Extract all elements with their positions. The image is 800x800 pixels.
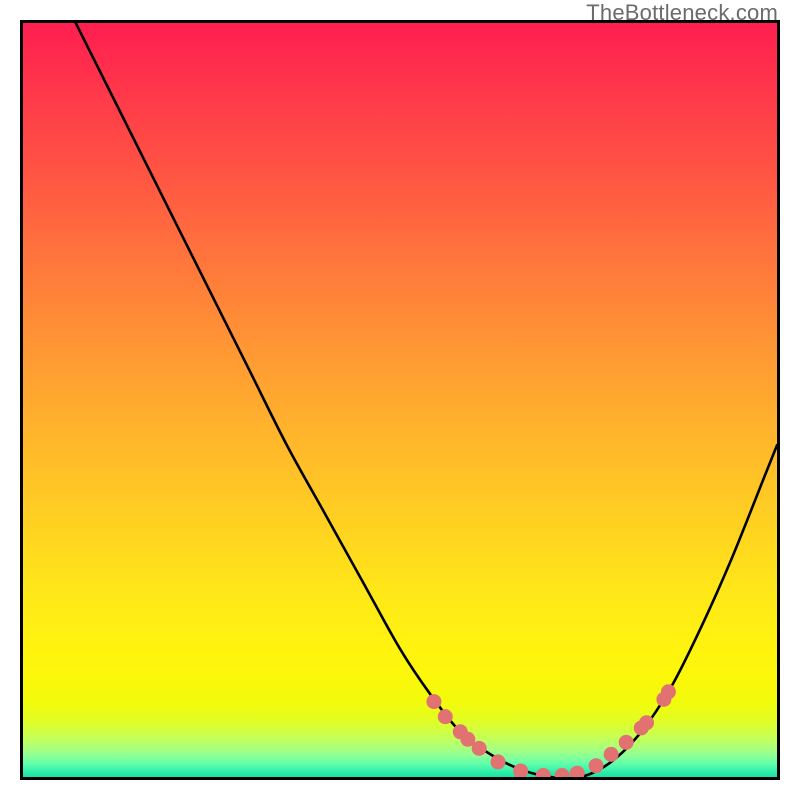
bottleneck-curve [76, 23, 777, 777]
sample-point [438, 709, 453, 724]
sample-point [639, 715, 654, 730]
sample-point [513, 763, 528, 777]
sample-points-group [426, 684, 675, 777]
sample-point [570, 766, 585, 777]
chart-frame: TheBottleneck.com [0, 0, 800, 800]
sample-point [661, 684, 676, 699]
sample-point [604, 747, 619, 762]
sample-point [491, 754, 506, 769]
sample-point [426, 694, 441, 709]
plot-area [20, 20, 780, 780]
curve-layer [23, 23, 777, 777]
sample-point [536, 768, 551, 777]
sample-point [589, 758, 604, 773]
sample-point [619, 735, 634, 750]
sample-point [555, 768, 570, 777]
sample-point [472, 741, 487, 756]
